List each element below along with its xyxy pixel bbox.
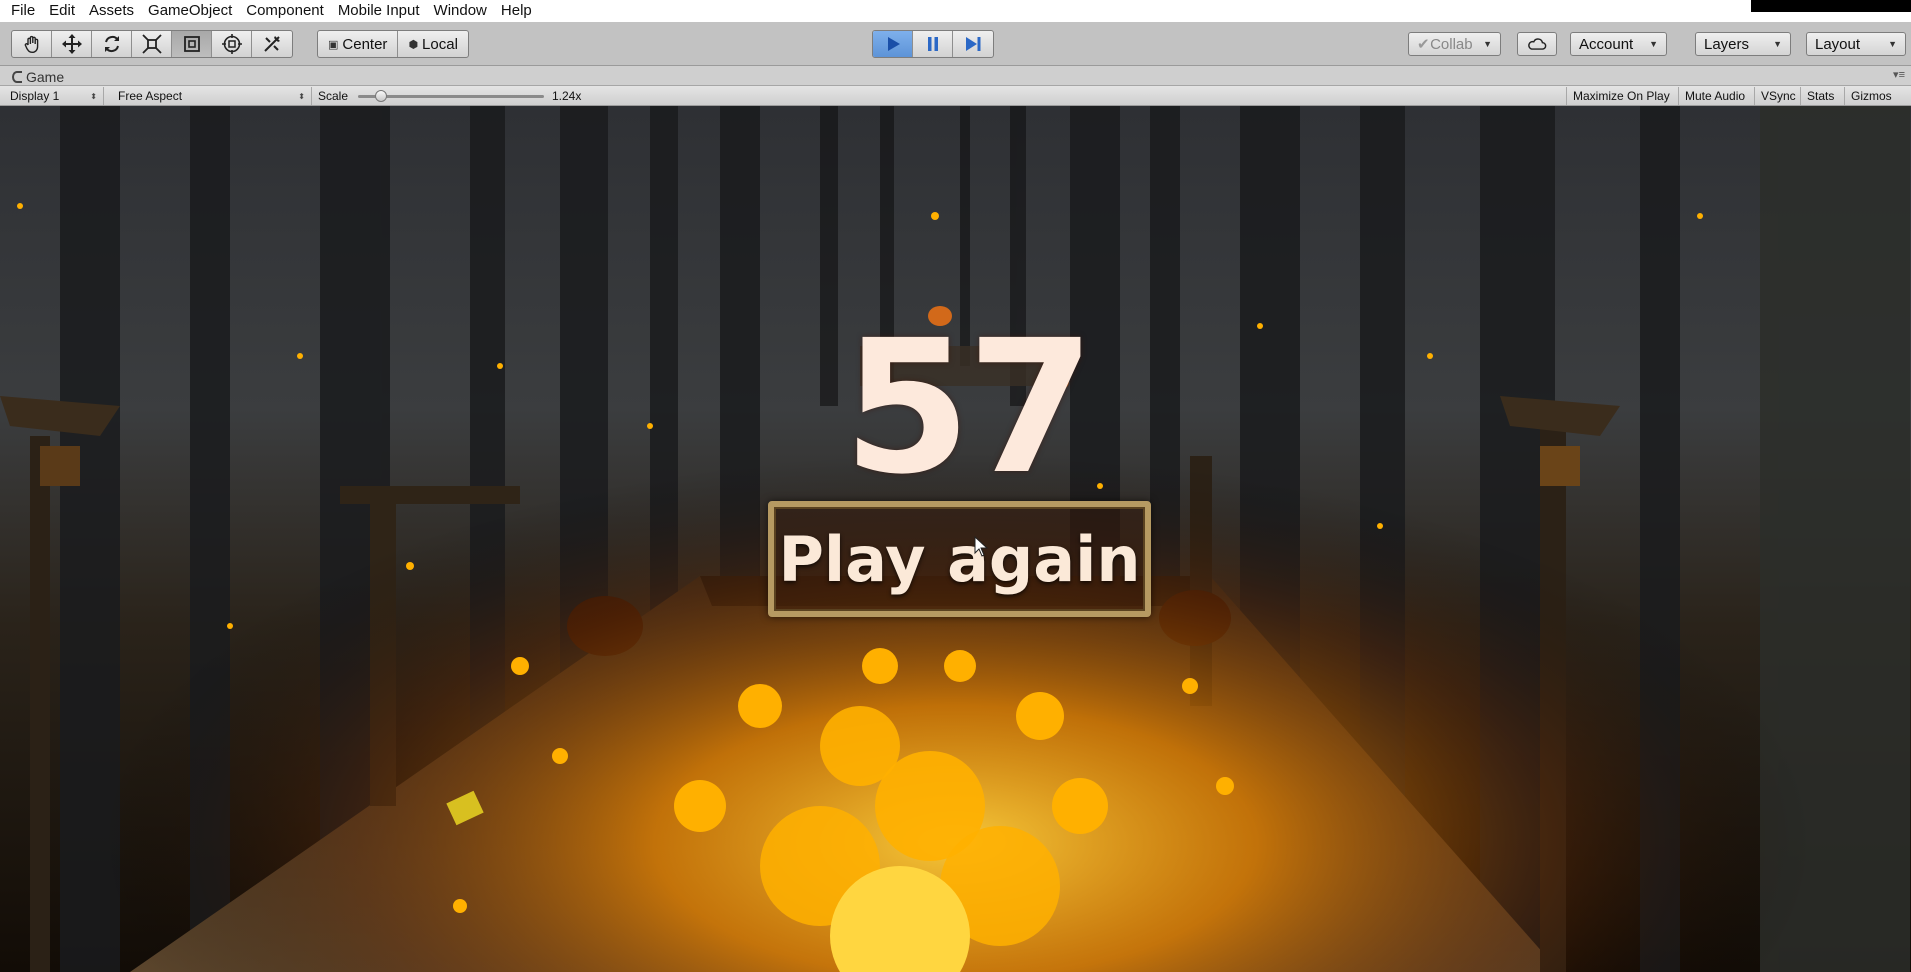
play-again-button[interactable]: Play again — [768, 501, 1151, 617]
step-icon — [966, 37, 981, 51]
collab-dropdown[interactable]: ✔ Collab ▼ — [1408, 32, 1501, 56]
game-tab-bar: Game ▾≡ — [0, 66, 1911, 86]
pivot-local-button[interactable]: ⬢ Local — [398, 31, 467, 57]
collab-label: Collab — [1430, 35, 1473, 53]
cloud-icon — [1528, 37, 1547, 50]
updown-arrow-icon: ⬍ — [298, 91, 305, 101]
menu-window[interactable]: Window — [427, 0, 494, 22]
tab-menu-icon[interactable]: ▾≡ — [1893, 68, 1905, 81]
chevron-down-icon: ▼ — [1773, 39, 1782, 49]
pause-icon — [927, 37, 938, 51]
pivot-toggles: ▣ Center ⬢ Local — [317, 30, 469, 58]
pause-button[interactable] — [913, 31, 953, 57]
menu-file[interactable]: File — [4, 0, 42, 22]
scale-label: Scale — [318, 89, 349, 103]
pivot-local-label: Local — [422, 35, 458, 53]
scale-tool-icon[interactable] — [132, 31, 172, 57]
game-view-bar: Display 1 ⬍ Free Aspect ⬍ Scale 1.24x Ma… — [0, 86, 1911, 106]
rotate-tool-icon[interactable] — [92, 31, 132, 57]
play-button[interactable] — [873, 31, 913, 57]
rect-tool-icon[interactable] — [172, 31, 212, 57]
chevron-down-icon: ▼ — [1888, 39, 1897, 49]
chevron-down-icon: ▼ — [1649, 39, 1658, 49]
tab-game-label: Game — [26, 68, 65, 85]
play-icon — [887, 37, 900, 51]
move-tool-icon[interactable] — [52, 31, 92, 57]
title-strip — [1751, 0, 1911, 12]
scale-slider[interactable] — [358, 90, 544, 102]
gizmos-dropdown[interactable]: Gizmos — [1844, 87, 1898, 105]
display-dropdown[interactable]: Display 1 ⬍ — [4, 87, 104, 105]
vsync-toggle[interactable]: VSync — [1754, 87, 1802, 105]
display-label: Display 1 — [10, 89, 60, 103]
transform-tool-icon[interactable] — [212, 31, 252, 57]
game-tab-icon — [12, 70, 22, 83]
stats-toggle[interactable]: Stats — [1800, 87, 1840, 105]
scale-value: 1.24x — [552, 89, 582, 103]
chevron-down-icon: ▼ — [1483, 39, 1492, 49]
menu-gameobject[interactable]: GameObject — [141, 0, 239, 22]
scale-slider-thumb[interactable] — [375, 90, 387, 102]
account-dropdown[interactable]: Account ▼ — [1570, 32, 1667, 56]
game-viewport[interactable]: 57 Play again — [0, 106, 1911, 972]
maximize-on-play-toggle[interactable]: Maximize On Play — [1566, 87, 1676, 105]
menu-mobile-input[interactable]: Mobile Input — [331, 0, 427, 22]
main-toolbar: ▣ Center ⬢ Local ✔ Collab ▼ Account ▼ La… — [0, 22, 1911, 66]
pivot-center-label: Center — [342, 35, 388, 53]
step-button[interactable] — [953, 31, 993, 57]
aspect-dropdown[interactable]: Free Aspect ⬍ — [112, 87, 312, 105]
aspect-label: Free Aspect — [118, 89, 183, 103]
tab-game[interactable]: Game — [6, 67, 70, 86]
pivot-center-button[interactable]: ▣ Center — [318, 31, 399, 57]
menu-bar: File Edit Assets GameObject Component Mo… — [0, 0, 1911, 22]
play-again-label: Play again — [778, 522, 1141, 596]
score-display: 57 — [843, 301, 1095, 515]
pivot-icon: ▣ — [328, 38, 339, 51]
hand-tool-icon[interactable] — [12, 31, 52, 57]
transform-tools — [11, 30, 293, 58]
menu-help[interactable]: Help — [494, 0, 539, 22]
menu-edit[interactable]: Edit — [42, 0, 82, 22]
menu-component[interactable]: Component — [239, 0, 331, 22]
cloud-button[interactable] — [1517, 32, 1557, 56]
account-label: Account — [1579, 35, 1634, 53]
layout-dropdown[interactable]: Layout ▼ — [1806, 32, 1906, 56]
collab-check-icon: ✔ — [1417, 36, 1430, 53]
updown-arrow-icon: ⬍ — [90, 91, 97, 101]
layers-label: Layers — [1704, 35, 1750, 53]
menu-assets[interactable]: Assets — [82, 0, 141, 22]
custom-tool-icon[interactable] — [252, 31, 292, 57]
mute-audio-toggle[interactable]: Mute Audio — [1678, 87, 1751, 105]
layout-label: Layout — [1815, 35, 1861, 53]
mouse-cursor-icon — [974, 536, 989, 557]
playback-controls — [872, 30, 994, 58]
layers-dropdown[interactable]: Layers ▼ — [1695, 32, 1791, 56]
local-icon: ⬢ — [408, 38, 419, 51]
